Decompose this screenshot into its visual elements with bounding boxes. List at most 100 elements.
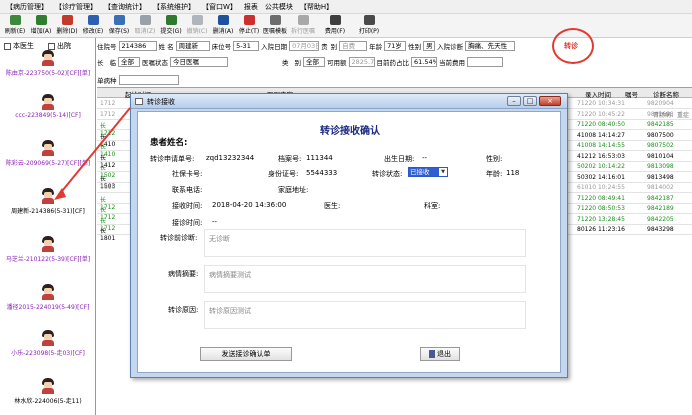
toolbar-button-6[interactable]: 提交(G): [158, 15, 184, 37]
admit-diag-field[interactable]: 胸痛、先天性: [465, 40, 516, 51]
cell-entry-time: 71220 13:28:45: [577, 215, 625, 223]
annotation-text: 转诊: [564, 42, 578, 50]
avatar: [41, 378, 55, 394]
col-order-no[interactable]: 嘱号: [625, 89, 638, 99]
checkbox-icon: [4, 42, 11, 50]
bed-field[interactable]: 5-31: [233, 40, 260, 51]
close-icon[interactable]: ×: [539, 96, 561, 106]
patient-label: 陈由京-223750(5-02)[CF][单]: [5, 70, 91, 77]
id-label: 身份证号:: [268, 170, 299, 178]
type-select[interactable]: 全部: [303, 56, 325, 67]
window-icon: [135, 98, 143, 105]
avatar: [41, 94, 55, 110]
menu-item-7[interactable]: 【帮助H】: [298, 2, 335, 12]
patient-item[interactable]: ccc-223849(5-14)[CF]: [0, 94, 96, 119]
toolbar-button-4[interactable]: 保存(S): [106, 15, 132, 37]
name-field[interactable]: 周建新: [175, 40, 210, 51]
menu-item-3[interactable]: 【系统维护】: [151, 2, 197, 12]
single-disease-label: 单病种: [97, 76, 117, 85]
summary-box[interactable]: 病情摘要测试: [204, 265, 526, 293]
cell-entry-time: 41212 16:53:03: [577, 152, 625, 160]
toolbar-label: 修改(E): [82, 28, 104, 35]
order-kind-select[interactable]: 全部: [118, 56, 140, 67]
add-icon: [35, 15, 47, 25]
visit-time-value: --: [212, 218, 218, 226]
cell-order-no: 9810104: [647, 152, 674, 160]
toolbar-button-12[interactable]: 费用(F): [322, 15, 348, 37]
toolbar-button-11[interactable]: 拆行医嘱: [290, 15, 316, 37]
menu-item-1[interactable]: 【诊疗管理】: [53, 2, 99, 12]
age-label: 年龄: [369, 42, 383, 51]
dialog-title: 转诊接收: [147, 98, 175, 106]
reason-box[interactable]: 转诊原因测试: [204, 301, 526, 329]
sex-label: 性别:: [486, 155, 503, 163]
save-icon: [113, 15, 125, 25]
cell-entry-time: 71220 08:49:41: [577, 194, 625, 202]
col-diag-name[interactable]: 诊断名称: [653, 89, 679, 99]
send-confirm-button[interactable]: 发送接诊确认单: [200, 347, 292, 361]
cell-entry-time: 71220 10:45:22: [577, 110, 625, 118]
toolbar-button-9[interactable]: 停止(T): [236, 15, 262, 37]
temp-label: 临: [109, 58, 117, 67]
patient-item[interactable]: 周建新-214386(5-31)[CF]: [0, 188, 96, 215]
menu-item-5[interactable]: 报表: [242, 2, 260, 12]
patient-label: 小乐-223098(5-走03)[CF]: [11, 350, 85, 357]
menu-item-2[interactable]: 【查询统计】: [102, 2, 148, 12]
inpatient-no-field[interactable]: 214386: [118, 40, 157, 51]
filter-row-1: 住院号 214386 姓 名 周建新 床位号 5-31 入院日期 07月03日 …: [97, 39, 692, 52]
bed-label: 床位号: [211, 42, 232, 51]
cell-order-no: 9813098: [647, 163, 674, 170]
undo-icon: [191, 15, 203, 25]
toolbar-button-5[interactable]: 取消(Z): [132, 15, 158, 37]
patient-item[interactable]: 陈由京-223750(5-02)[CF][单]: [0, 50, 96, 77]
toolbar-button-10[interactable]: 医嘱模板: [262, 15, 288, 37]
pre-diagnosis-box[interactable]: 无诊断: [204, 229, 526, 257]
sex-field[interactable]: 男: [423, 40, 436, 51]
patient-item[interactable]: 陈彩云-209069(5-27)[CF][单]: [0, 140, 96, 167]
col-entry-time[interactable]: 录入时间: [585, 89, 611, 99]
patient-item[interactable]: 林水欣-224006(5-走11): [0, 378, 96, 405]
toolbar-label: 保存(S): [108, 28, 130, 35]
toolbar-button-1[interactable]: 增加(A): [28, 15, 54, 37]
toolbar-button-7[interactable]: 撤销(C): [184, 15, 210, 37]
age-field[interactable]: 71岁: [384, 40, 407, 51]
toolbar-button-2[interactable]: 删除(D): [54, 15, 80, 37]
patient-item[interactable]: 马芝兰-210122(5-39)[CF][单]: [0, 236, 96, 263]
reason-text: 转诊原因测试: [209, 307, 251, 315]
print-icon: [363, 15, 375, 25]
available-label: 可用额: [327, 58, 347, 67]
patient-item[interactable]: 潘径2015-224019(5-49)[CF]: [0, 284, 96, 311]
exit-button[interactable]: 退出: [420, 347, 460, 361]
avatar: [41, 188, 55, 204]
cell-entry-time: 71220 10:34:31: [577, 100, 625, 107]
category-field[interactable]: 自费: [339, 40, 368, 51]
cell-diag-name: 胃肠病、重症: [653, 112, 690, 119]
menu-item-6[interactable]: 公共模块: [263, 2, 295, 12]
order-state-select[interactable]: 今日医嘱: [170, 56, 228, 67]
patient-item[interactable]: 小乐-223098(5-走03)[CF]: [0, 330, 96, 357]
toolbar-button-13[interactable]: 打印(P): [356, 15, 382, 37]
cell-order-no: 9842189: [647, 205, 674, 212]
minimize-icon[interactable]: –: [507, 96, 521, 106]
dialog-body: 转诊接收确认 患者姓名: 转诊申请单号: zqd13232344 档案号: 11…: [137, 111, 561, 373]
admit-diag-label: 入院诊断: [437, 42, 464, 51]
stop-icon: [243, 15, 255, 25]
admit-date-field[interactable]: 07月03日: [289, 40, 320, 51]
menu-item-4[interactable]: 【窗口W】: [200, 2, 239, 12]
status-select[interactable]: 已接收 ▼: [408, 167, 448, 177]
toolbar-label: 医嘱模板: [262, 28, 287, 35]
referral-receive-dialog: 转诊接收 – □ × 转诊接收确认 患者姓名: 转诊申请单号: zqd13232…: [130, 93, 568, 378]
reason-label: 转诊原因:: [168, 306, 199, 314]
toolbar-button-3[interactable]: 修改(E): [80, 15, 106, 37]
maximize-icon[interactable]: □: [523, 96, 537, 106]
file-no-value: 111344: [306, 154, 333, 162]
toolbar-button-8[interactable]: 删消(A): [210, 15, 236, 37]
toolbar-button-0[interactable]: 刷新(E): [2, 15, 28, 37]
single-disease-field[interactable]: [118, 74, 179, 85]
remove-icon: [217, 15, 229, 25]
menu-item-0[interactable]: 【病历管理】: [4, 2, 50, 12]
exit-icon: [429, 350, 435, 358]
name-label: 姓 名: [158, 42, 174, 51]
patient-label: 陈彩云-209069(5-27)[CF][单]: [5, 160, 91, 167]
toolbar-label: 费用(F): [324, 28, 346, 35]
